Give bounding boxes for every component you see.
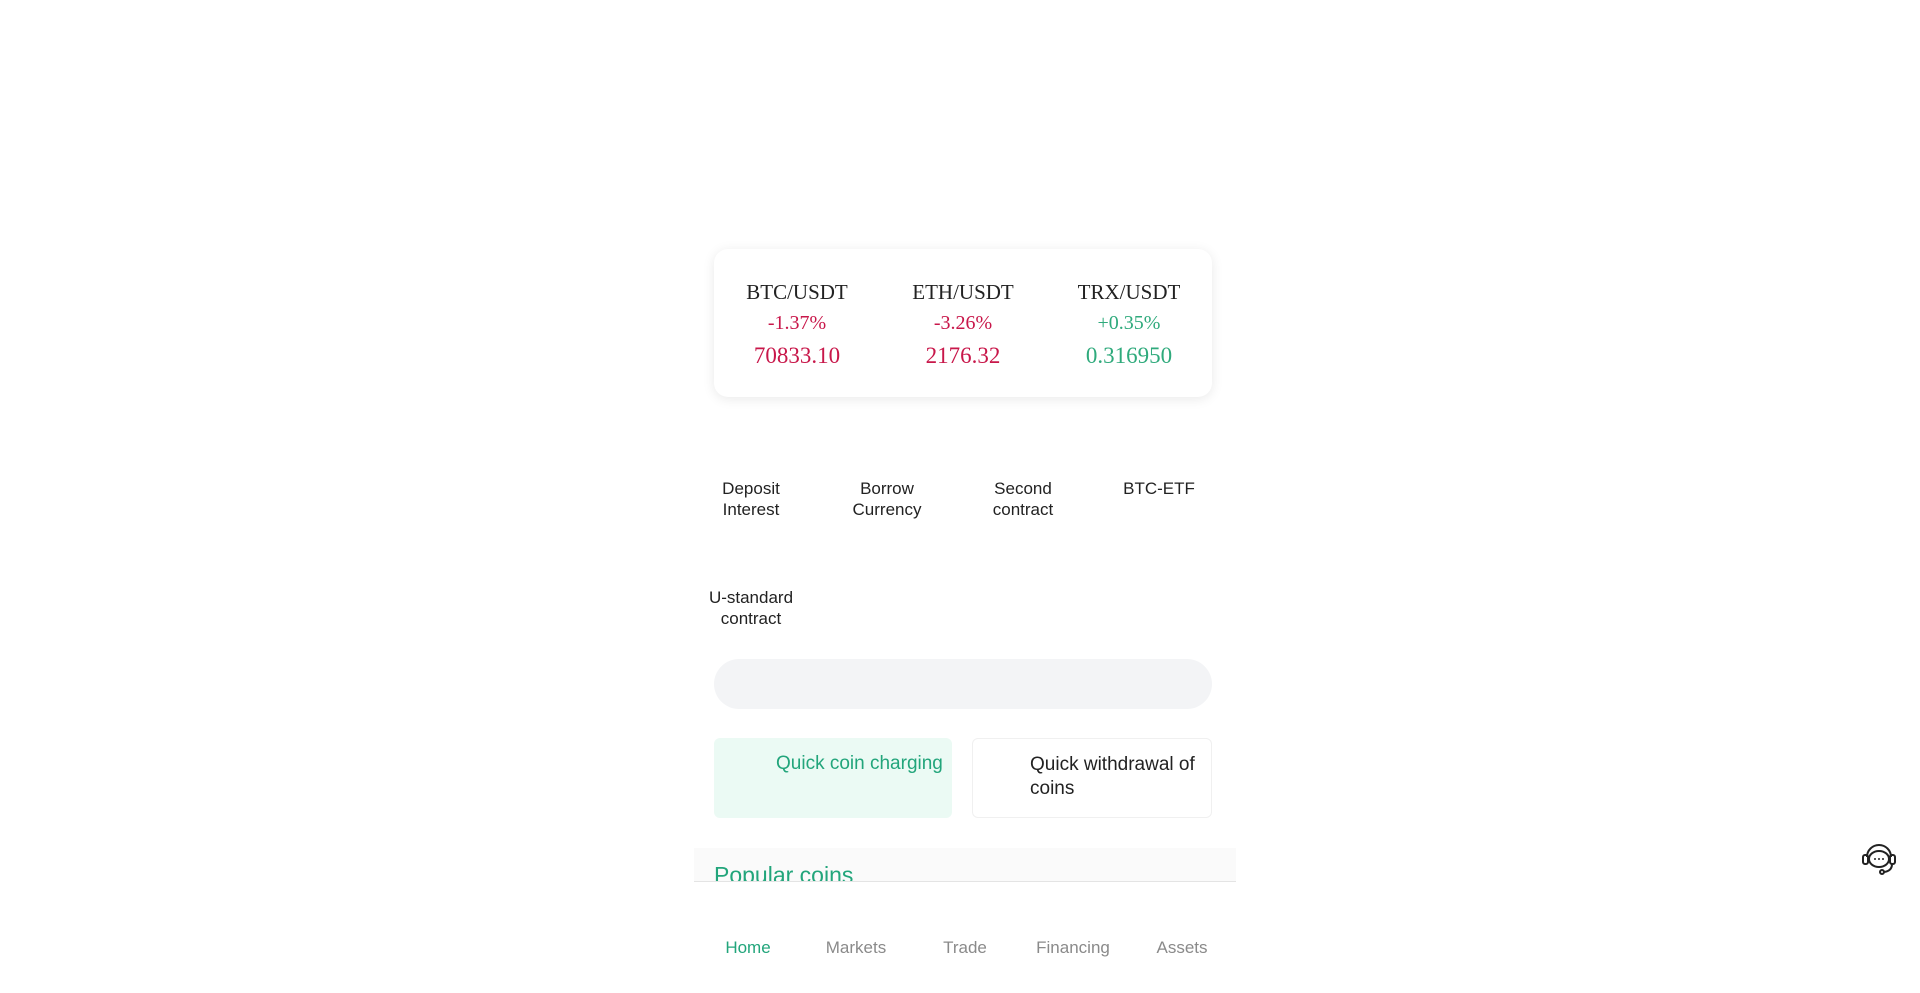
popular-coins-section: Popular coins bbox=[694, 848, 1236, 882]
ticker-change: -1.37% bbox=[767, 312, 827, 334]
mobile-app-frame: BTC/USDT -1.37% 70833.10 ETH/USDT -3.26%… bbox=[694, 0, 1236, 993]
menu-deposit-interest[interactable]: Deposit Interest bbox=[696, 478, 806, 520]
search-bar[interactable] bbox=[714, 659, 1212, 709]
nav-financing[interactable]: Financing bbox=[1019, 938, 1127, 958]
quick-coin-charging-button[interactable]: Quick coin charging bbox=[714, 738, 952, 818]
ticker-trx[interactable]: TRX/USDT +0.35% 0.316950 bbox=[1054, 277, 1204, 373]
nav-markets[interactable]: Markets bbox=[802, 938, 910, 958]
ticker-btc[interactable]: BTC/USDT -1.37% 70833.10 bbox=[722, 277, 872, 373]
menu-second-contract[interactable]: Second contract bbox=[968, 478, 1078, 520]
ticker-price: 2176.32 bbox=[925, 343, 1001, 368]
menu-borrow-currency[interactable]: Borrow Currency bbox=[832, 478, 942, 520]
nav-assets[interactable]: Assets bbox=[1128, 938, 1236, 958]
ticker-change: -3.26% bbox=[933, 312, 993, 334]
market-ticker-card: BTC/USDT -1.37% 70833.10 ETH/USDT -3.26%… bbox=[714, 249, 1212, 397]
ticker-change: +0.35% bbox=[1097, 312, 1161, 334]
ticker-price: 0.316950 bbox=[1085, 343, 1173, 368]
nav-home[interactable]: Home bbox=[694, 938, 802, 958]
ticker-pair: TRX/USDT bbox=[1077, 280, 1181, 304]
ticker-pair: BTC/USDT bbox=[746, 280, 848, 304]
customer-service-headset-icon[interactable] bbox=[1860, 838, 1898, 876]
ticker-pair: ETH/USDT bbox=[912, 280, 1014, 304]
nav-trade[interactable]: Trade bbox=[911, 938, 1019, 958]
menu-u-standard-contract[interactable]: U-standard contract bbox=[696, 587, 806, 629]
quick-withdrawal-button[interactable]: Quick withdrawal of coins bbox=[972, 738, 1212, 818]
ticker-price: 70833.10 bbox=[753, 343, 841, 368]
menu-btc-etf[interactable]: BTC-ETF bbox=[1104, 478, 1214, 499]
popular-coins-title: Popular coins bbox=[714, 862, 854, 882]
ticker-eth[interactable]: ETH/USDT -3.26% 2176.32 bbox=[888, 277, 1038, 373]
bottom-nav: Home Markets Trade Financing Assets bbox=[694, 882, 1236, 993]
